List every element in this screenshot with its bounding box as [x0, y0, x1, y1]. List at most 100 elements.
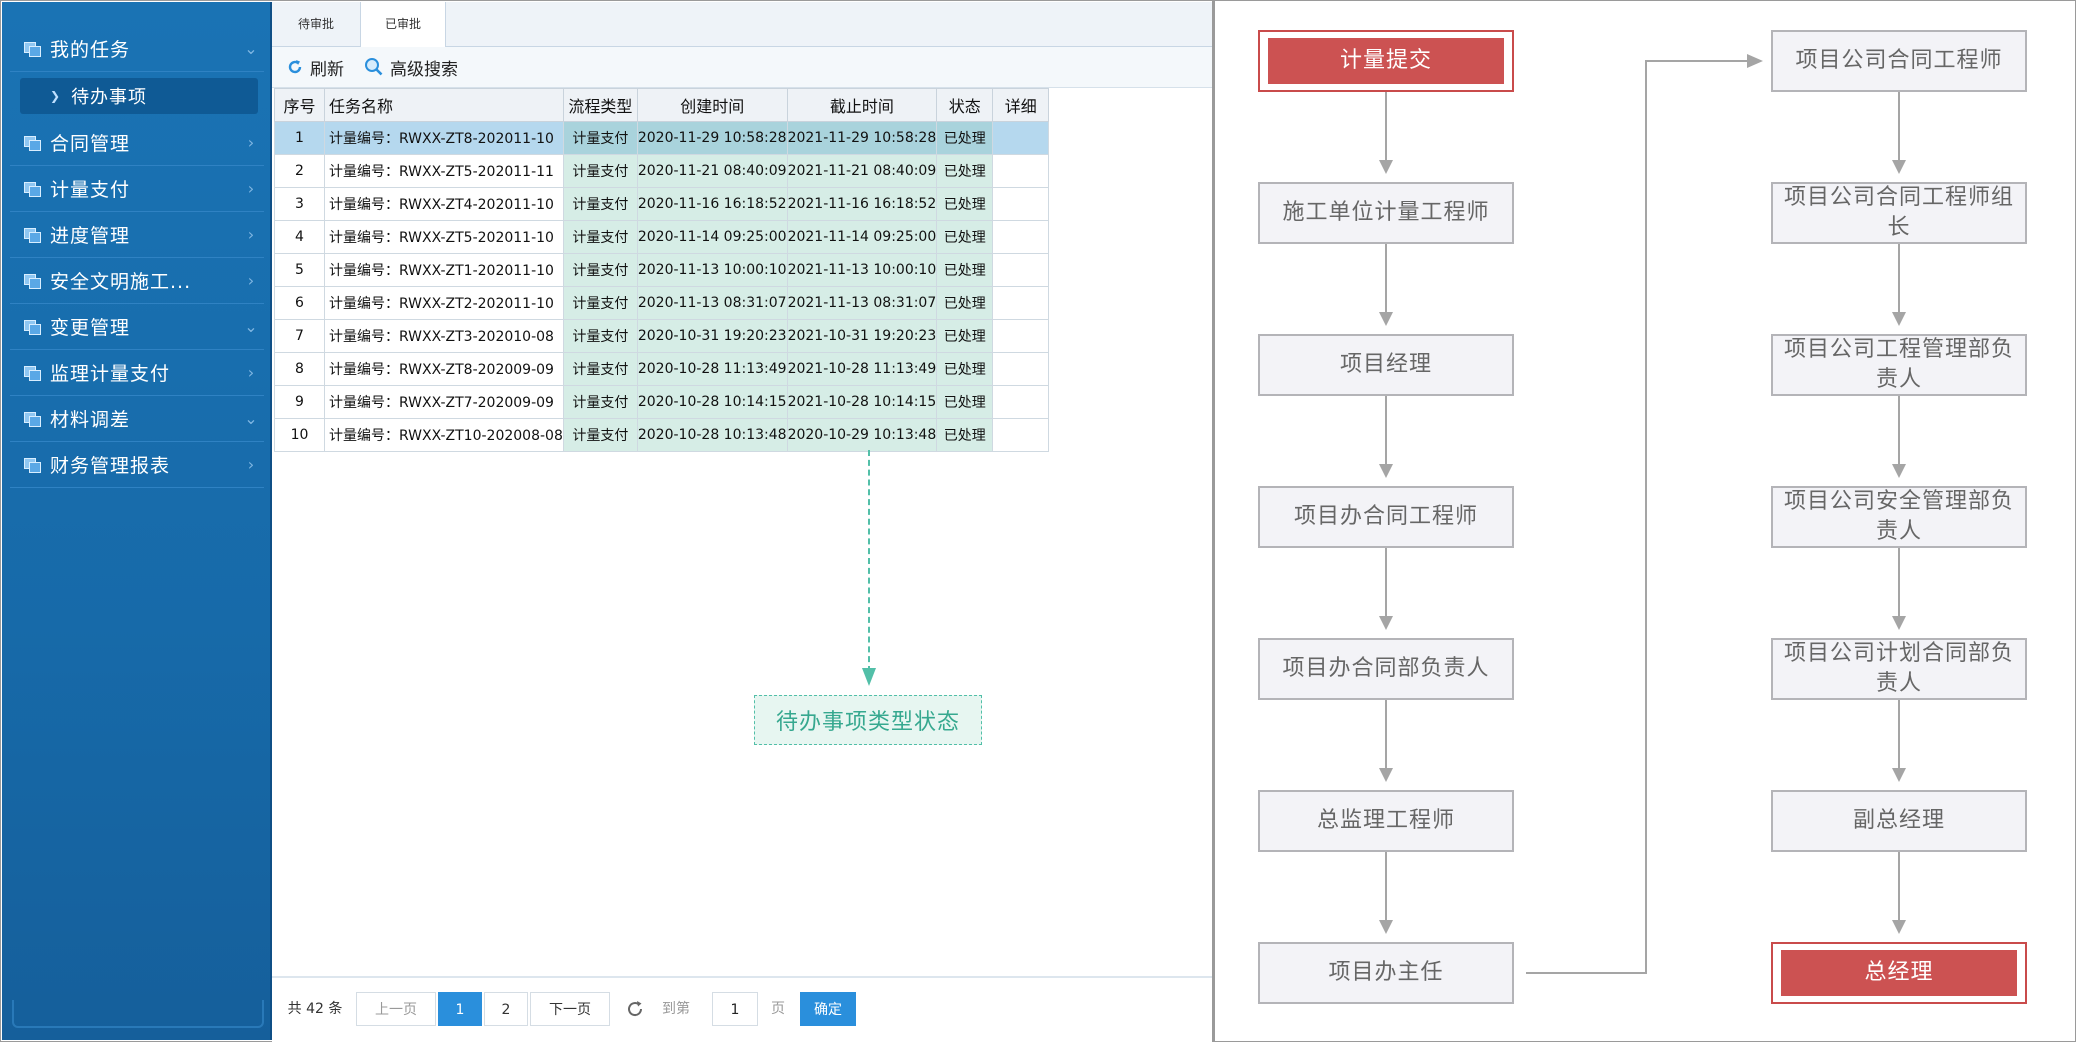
page-1-button[interactable]: 1 — [438, 992, 482, 1026]
table-row[interactable]: 8 计量编号：RWXX-ZT8-202009-09 计量支付 2020-10-2… — [274, 352, 1050, 386]
cell-status: 已处理 — [936, 253, 994, 287]
cell-status: 已处理 — [936, 220, 994, 254]
flow-node-right-1: 项目公司合同工程师组长 — [1771, 182, 2027, 244]
cell-no: 8 — [274, 352, 325, 386]
cell-name: 计量编号：RWXX-ZT10-202008-08 — [324, 418, 564, 452]
cell-no: 3 — [274, 187, 325, 221]
sidebar-item-change[interactable]: 变更管理 ⌄ — [10, 304, 264, 350]
cell-no: 1 — [274, 121, 325, 155]
cell-deadline: 2021-11-13 08:31:07 — [786, 286, 938, 320]
tab-approved[interactable]: 已审批 — [360, 2, 446, 47]
sidebar-item-finance[interactable]: 财务管理报表 › — [10, 442, 264, 488]
prev-page-button[interactable]: 上一页 — [356, 992, 436, 1026]
menu-icon — [24, 135, 41, 151]
cell-detail[interactable] — [992, 253, 1050, 287]
sidebar-item-label: 进度管理 — [50, 225, 131, 247]
cell-detail[interactable] — [992, 385, 1050, 419]
chevron-right-icon: › — [247, 455, 255, 474]
confirm-button[interactable]: 确定 — [800, 992, 856, 1026]
toolbar: 刷新 高级搜索 — [272, 47, 1212, 88]
page-number-input[interactable]: 1 — [712, 992, 758, 1026]
sidebar-item-safety[interactable]: 安全文明施工... › — [10, 258, 264, 304]
cell-name: 计量编号：RWXX-ZT7-202009-09 — [324, 385, 564, 419]
advanced-search-button[interactable]: 高级搜索 — [364, 47, 458, 87]
sidebar-item-label: 监理计量支付 — [50, 363, 171, 385]
table-row[interactable]: 3 计量编号：RWXX-ZT4-202011-10 计量支付 2020-11-1… — [274, 187, 1050, 221]
cell-detail[interactable] — [992, 121, 1050, 155]
cell-created: 2020-11-14 09:25:00 — [636, 220, 788, 254]
col-header-no[interactable]: 序号 — [274, 88, 325, 122]
cell-type: 计量支付 — [562, 253, 638, 287]
col-header-name[interactable]: 任务名称 — [324, 88, 564, 122]
flow-arrow — [1892, 700, 1906, 782]
cell-deadline: 2021-11-29 10:58:28 — [786, 121, 938, 155]
chevron-down-icon: ⌄ — [244, 409, 258, 428]
cell-deadline: 2021-11-16 16:18:52 — [786, 187, 938, 221]
table-row[interactable]: 4 计量编号：RWXX-ZT5-202011-10 计量支付 2020-11-1… — [274, 220, 1050, 254]
col-header-created[interactable]: 创建时间 — [636, 88, 788, 122]
sidebar-subitem-todo[interactable]: ❯ 待办事项 — [20, 78, 258, 114]
page-2-button[interactable]: 2 — [484, 992, 528, 1026]
table-row[interactable]: 9 计量编号：RWXX-ZT7-202009-09 计量支付 2020-10-2… — [274, 385, 1050, 419]
sidebar-item-progress[interactable]: 进度管理 › — [10, 212, 264, 258]
table-row[interactable]: 6 计量编号：RWXX-ZT2-202011-10 计量支付 2020-11-1… — [274, 286, 1050, 320]
cell-detail[interactable] — [992, 220, 1050, 254]
chevron-right-icon: › — [247, 133, 255, 152]
sidebar-item-contract[interactable]: 合同管理 › — [10, 120, 264, 166]
cell-deadline: 2021-11-14 09:25:00 — [786, 220, 938, 254]
col-header-deadline[interactable]: 截止时间 — [786, 88, 938, 122]
menu-icon — [24, 365, 41, 381]
cell-created: 2020-11-13 08:31:07 — [636, 286, 788, 320]
next-page-button[interactable]: 下一页 — [530, 992, 610, 1026]
chevron-right-icon: › — [247, 271, 255, 290]
cell-created: 2020-10-28 10:13:48 — [636, 418, 788, 452]
flow-node-label: 总经理 — [1781, 950, 2017, 996]
col-header-detail[interactable]: 详细 — [992, 88, 1050, 122]
cell-created: 2020-11-21 08:40:09 — [636, 154, 788, 188]
table-row[interactable]: 1 计量编号：RWXX-ZT8-202011-10 计量支付 2020-11-2… — [274, 121, 1050, 155]
tab-pending[interactable]: 待审批 — [272, 2, 360, 46]
cell-no: 9 — [274, 385, 325, 419]
table-row[interactable]: 2 计量编号：RWXX-ZT5-202011-11 计量支付 2020-11-2… — [274, 154, 1050, 188]
reload-icon — [628, 1001, 643, 1017]
submenu-label: 待办事项 — [71, 87, 148, 108]
cell-detail[interactable] — [992, 286, 1050, 320]
table-header-row: 序号 任务名称 流程类型 创建时间 截止时间 状态 详细 — [274, 88, 1050, 122]
refresh-button[interactable]: 刷新 — [286, 47, 344, 87]
sidebar-item-material[interactable]: 材料调差 ⌄ — [10, 396, 264, 442]
sidebar-item-label: 合同管理 — [50, 133, 131, 155]
cell-created: 2020-11-16 16:18:52 — [636, 187, 788, 221]
cell-type: 计量支付 — [562, 352, 638, 386]
sidebar: 我的任务 ⌄ ❯ 待办事项 合同管理 › 计量支付 › 进度管理 › 安全文明施… — [2, 2, 272, 1040]
cell-detail[interactable] — [992, 319, 1050, 353]
cell-detail[interactable] — [992, 418, 1050, 452]
col-header-type[interactable]: 流程类型 — [562, 88, 638, 122]
cell-detail[interactable] — [992, 154, 1050, 188]
table-row[interactable]: 5 计量编号：RWXX-ZT1-202011-10 计量支付 2020-11-1… — [274, 253, 1050, 287]
annotation-arrow-icon — [862, 668, 876, 686]
col-header-status[interactable]: 状态 — [936, 88, 994, 122]
cell-no: 4 — [274, 220, 325, 254]
reload-button[interactable] — [618, 992, 652, 1026]
cell-name: 计量编号：RWXX-ZT5-202011-10 — [324, 220, 564, 254]
cell-type: 计量支付 — [562, 220, 638, 254]
menu-icon — [24, 41, 41, 57]
cell-status: 已处理 — [936, 187, 994, 221]
cell-name: 计量编号：RWXX-ZT4-202011-10 — [324, 187, 564, 221]
table-row[interactable]: 10 计量编号：RWXX-ZT10-202008-08 计量支付 2020-10… — [274, 418, 1050, 452]
cell-detail[interactable] — [992, 352, 1050, 386]
table-row[interactable]: 7 计量编号：RWXX-ZT3-202010-08 计量支付 2020-10-3… — [274, 319, 1050, 353]
refresh-icon — [288, 60, 302, 74]
sidebar-item-payment[interactable]: 计量支付 › — [10, 166, 264, 212]
sidebar-item-my-tasks[interactable]: 我的任务 ⌄ — [10, 26, 264, 72]
cell-deadline: 2021-11-21 08:40:09 — [786, 154, 938, 188]
cell-type: 计量支付 — [562, 385, 638, 419]
cell-no: 6 — [274, 286, 325, 320]
menu-icon — [24, 227, 41, 243]
sidebar-item-label: 财务管理报表 — [50, 455, 171, 477]
search-icon — [365, 58, 383, 76]
cell-detail[interactable] — [992, 187, 1050, 221]
sidebar-item-supervision-payment[interactable]: 监理计量支付 › — [10, 350, 264, 396]
annotation-connector — [868, 450, 870, 672]
cell-name: 计量编号：RWXX-ZT2-202011-10 — [324, 286, 564, 320]
